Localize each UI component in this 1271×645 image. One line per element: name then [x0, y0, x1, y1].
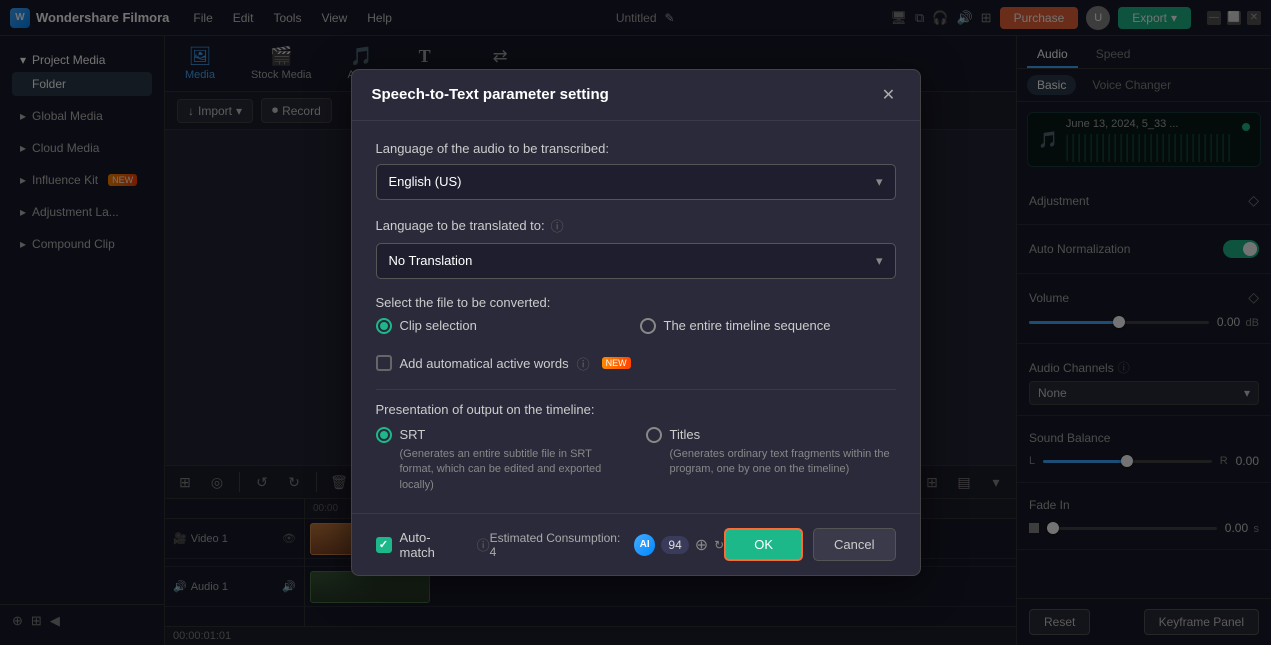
speech-to-text-modal: Speech-to-Text parameter setting ✕ Langu… — [351, 69, 921, 576]
translation-label: Language to be translated to: ⓘ — [376, 216, 896, 235]
srt-desc: (Generates an entire subtitle file in SR… — [400, 447, 626, 493]
add-credits-icon[interactable]: ⊕ — [695, 535, 708, 555]
footer-left: ✓ Auto-match ⓘ — [376, 530, 490, 560]
auto-match-checkbox[interactable]: ✓ — [376, 537, 392, 553]
ok-button[interactable]: OK — [724, 528, 803, 561]
add-words-label: Add automatical active words — [400, 356, 569, 371]
entire-timeline-option[interactable]: The entire timeline sequence — [640, 318, 896, 334]
entire-timeline-label: The entire timeline sequence — [664, 318, 831, 333]
translation-select[interactable]: No Translation ▾ — [376, 243, 896, 279]
auto-match-option[interactable]: ✓ Auto-match ⓘ — [376, 530, 490, 560]
section-divider — [376, 389, 896, 390]
modal-body: Language of the audio to be transcribed:… — [352, 121, 920, 513]
clip-selection-radio[interactable] — [376, 318, 392, 334]
titles-label: Titles — [670, 427, 701, 442]
output-label: Presentation of output on the timeline: — [376, 402, 896, 417]
ai-icon: AI — [634, 534, 656, 556]
audio-language-chevron-icon: ▾ — [876, 174, 883, 190]
titles-desc: (Generates ordinary text fragments withi… — [670, 447, 896, 478]
translation-value: No Translation — [389, 253, 473, 268]
credit-count: 94 — [661, 536, 688, 554]
audio-language-value: English (US) — [389, 174, 462, 189]
srt-label: SRT — [400, 427, 426, 442]
srt-option[interactable]: SRT (Generates an entire subtitle file i… — [376, 427, 626, 493]
refresh-icon[interactable]: ↻ — [714, 538, 724, 552]
titles-option[interactable]: Titles (Generates ordinary text fragment… — [646, 427, 896, 493]
translation-chevron-icon: ▾ — [876, 253, 883, 269]
modal-title: Speech-to-Text parameter setting — [372, 86, 609, 103]
auto-match-help-icon[interactable]: ⓘ — [477, 535, 490, 554]
footer-buttons: OK Cancel — [724, 528, 895, 561]
modal-overlay: Speech-to-Text parameter setting ✕ Langu… — [0, 0, 1271, 645]
file-convert-options: Clip selection The entire timeline seque… — [376, 318, 896, 342]
translation-help-icon[interactable]: ⓘ — [551, 216, 564, 235]
clip-selection-option[interactable]: Clip selection — [376, 318, 632, 334]
entire-timeline-radio[interactable] — [640, 318, 656, 334]
srt-radio[interactable] — [376, 427, 392, 443]
add-words-help-icon[interactable]: ⓘ — [577, 354, 590, 373]
add-words-checkbox[interactable] — [376, 355, 392, 371]
add-words-option[interactable]: Add automatical active words ⓘ NEW — [376, 354, 896, 373]
titles-option-header: Titles — [646, 427, 896, 443]
titles-radio[interactable] — [646, 427, 662, 443]
modal-footer: ✓ Auto-match ⓘ Estimated Consumption: 4 … — [352, 513, 920, 575]
auto-match-label: Auto-match — [400, 530, 465, 560]
modal-header: Speech-to-Text parameter setting ✕ — [352, 70, 920, 121]
audio-language-label: Language of the audio to be transcribed: — [376, 141, 896, 156]
audio-language-select[interactable]: English (US) ▾ — [376, 164, 896, 200]
file-convert-label: Select the file to be converted: — [376, 295, 896, 310]
modal-close-button[interactable]: ✕ — [878, 84, 900, 106]
consumption-label: Estimated Consumption: 4 — [490, 531, 628, 559]
cancel-button[interactable]: Cancel — [813, 528, 895, 561]
checkmark-icon: ✓ — [379, 538, 388, 551]
clip-selection-label: Clip selection — [400, 318, 477, 333]
output-options: SRT (Generates an entire subtitle file i… — [376, 427, 896, 493]
consumption-info: Estimated Consumption: 4 AI 94 ⊕ ↻ — [490, 531, 725, 559]
srt-option-header: SRT — [376, 427, 626, 443]
add-words-new-badge: NEW — [602, 357, 631, 369]
